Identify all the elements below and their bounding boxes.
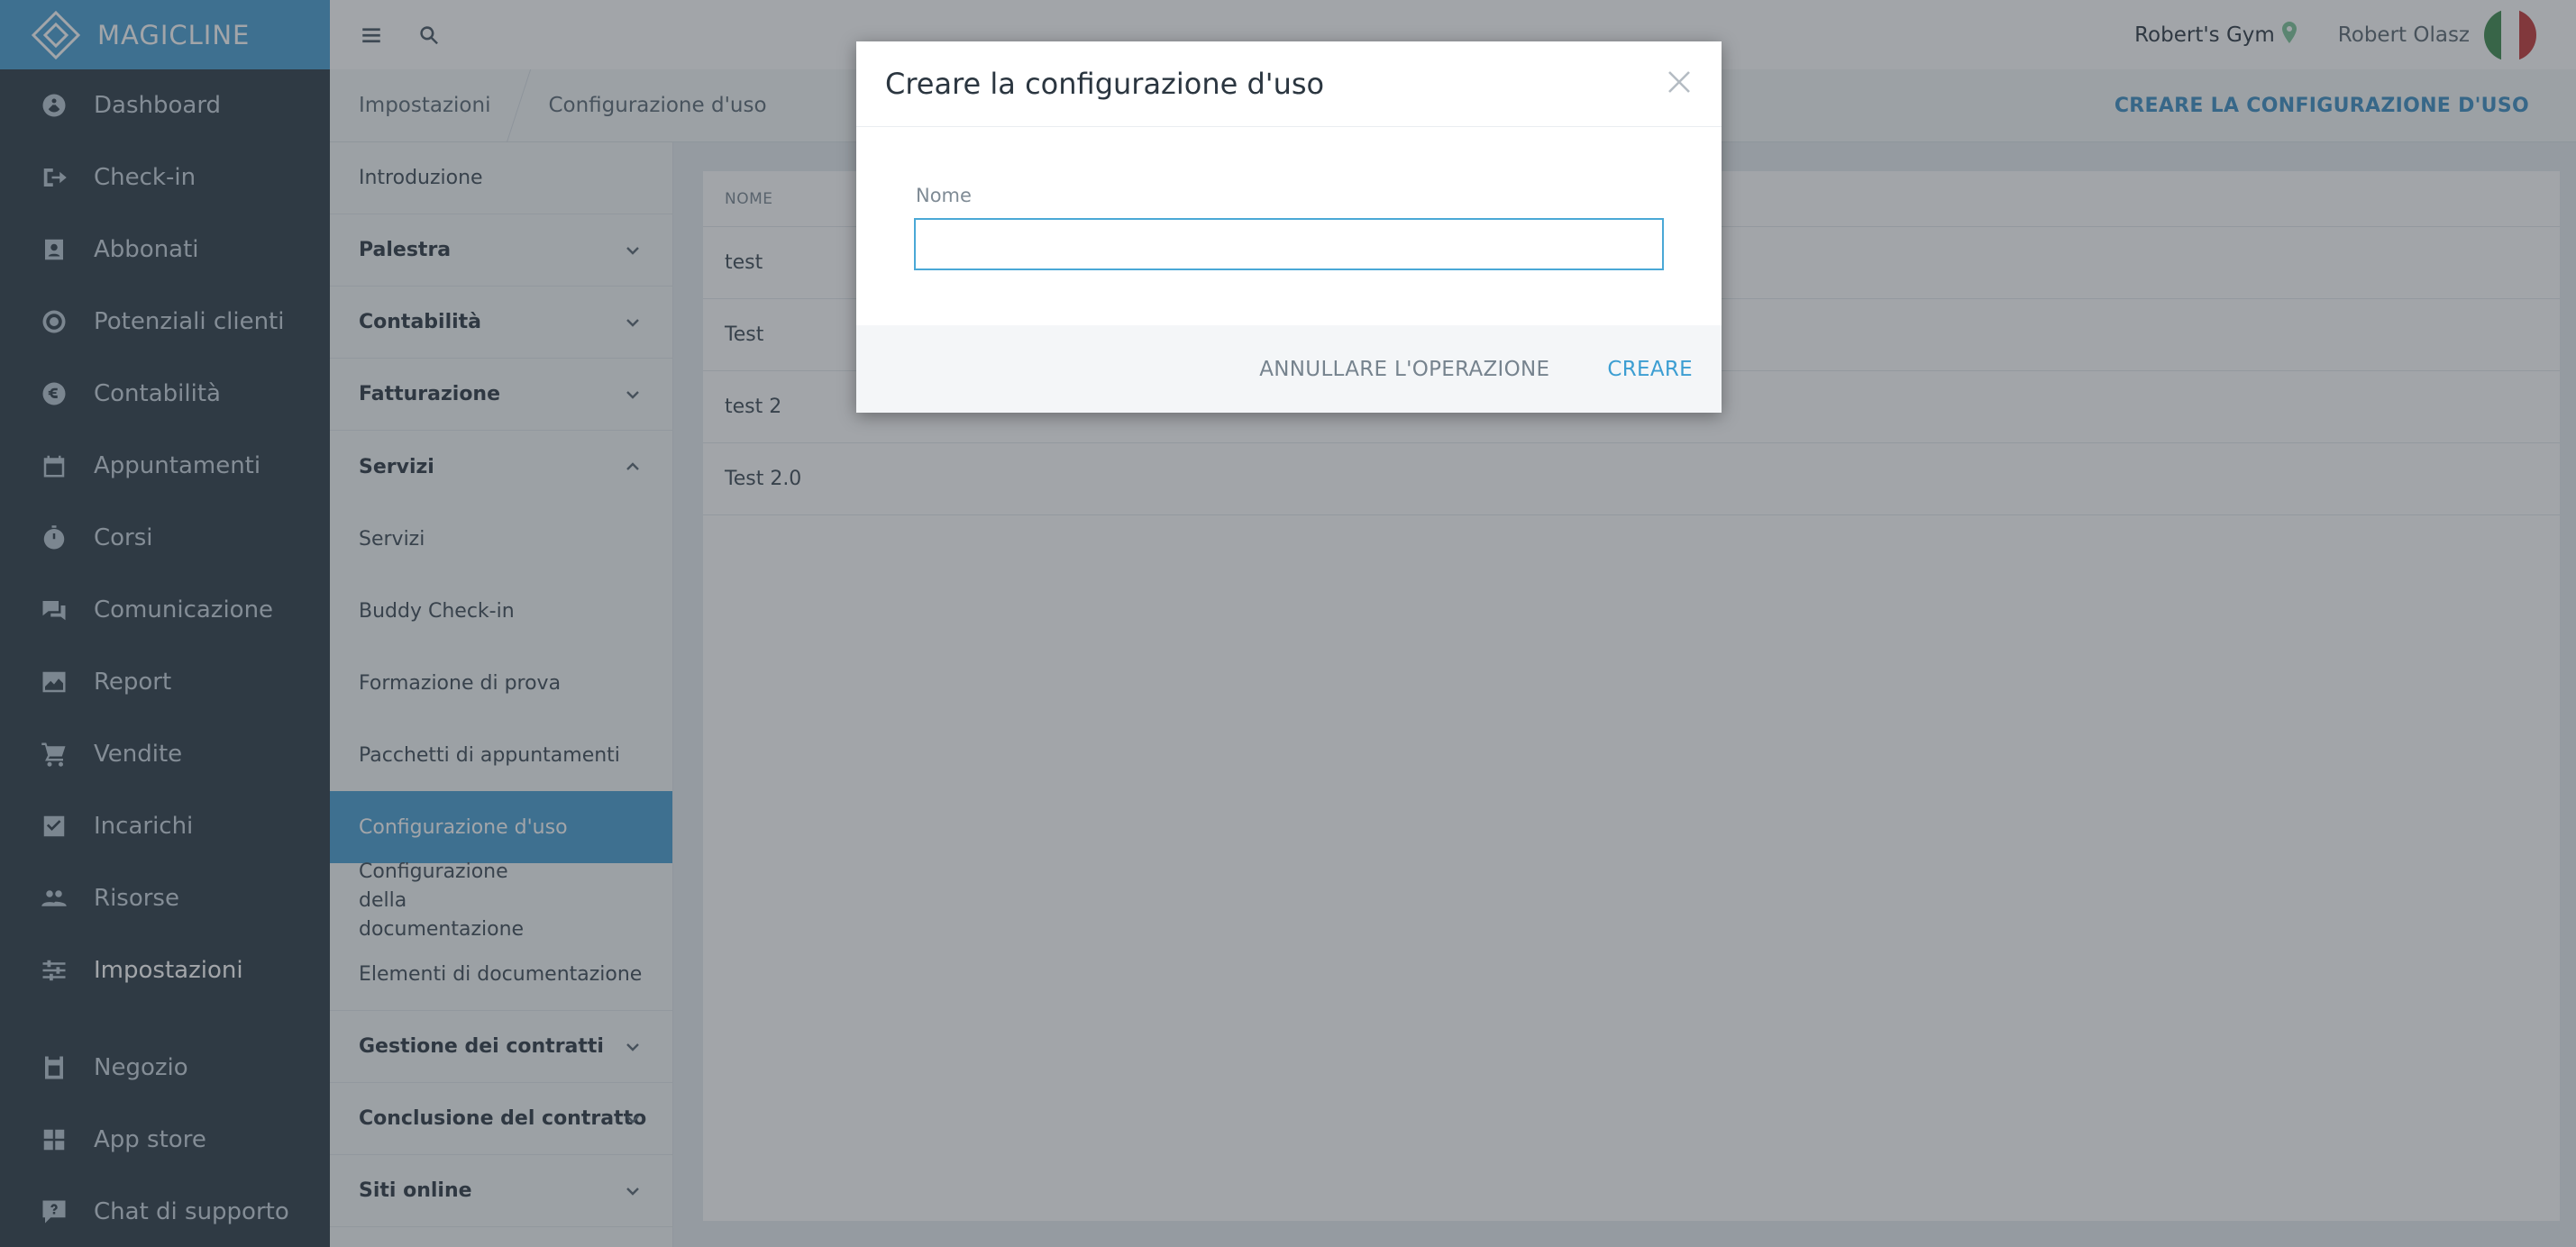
cancel-button[interactable]: ANNULLARE L'OPERAZIONE [1259,358,1549,381]
close-icon[interactable] [1664,67,1694,97]
create-button[interactable]: CREARE [1607,358,1693,381]
dialog-footer: ANNULLARE L'OPERAZIONE CREARE [856,325,1722,413]
name-field-label: Nome [916,185,972,206]
create-usage-configuration-dialog: Creare la configurazione d'uso Nome ANNU… [856,41,1722,413]
dialog-title: Creare la configurazione d'uso [885,67,1325,101]
dialog-header: Creare la configurazione d'uso [856,41,1722,127]
name-input[interactable] [914,218,1664,270]
